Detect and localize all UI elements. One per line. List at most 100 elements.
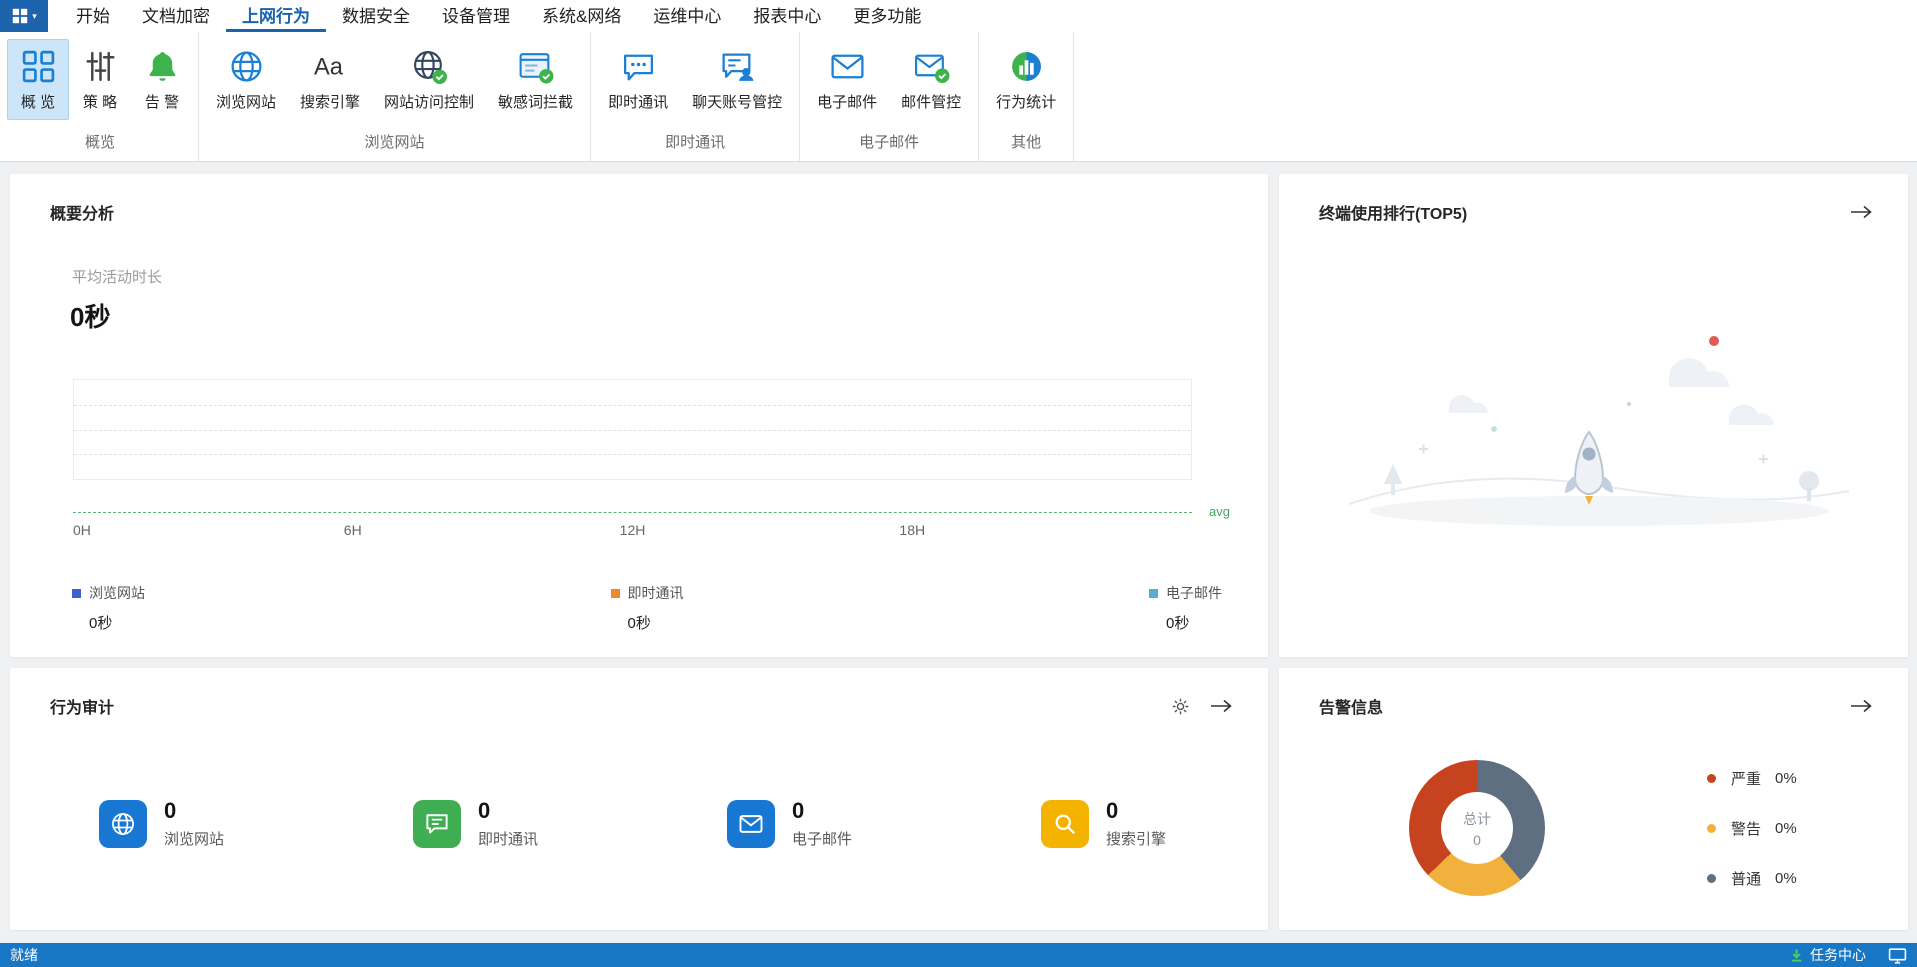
tab-ops-center[interactable]: 运维中心 xyxy=(637,0,737,32)
ribbon-website-access-control-button[interactable]: 网站访问控制 xyxy=(372,39,486,120)
tab-report-center[interactable]: 报表中心 xyxy=(737,0,837,32)
legend-dot xyxy=(1707,824,1716,833)
summary-card-title: 概要分析 xyxy=(50,206,115,223)
ribbon-button-label: 策 略 xyxy=(82,94,118,111)
chart-plot-area xyxy=(73,379,1192,480)
alarm-more-button[interactable] xyxy=(1850,699,1872,713)
legend-label: 电子邮件 xyxy=(1166,585,1222,601)
legend-label: 浏览网站 xyxy=(89,585,145,601)
donut-total-label: 总计 xyxy=(1463,810,1491,827)
download-arrow-icon xyxy=(1791,948,1802,962)
arrow-right-icon xyxy=(1851,205,1872,219)
ribbon-behavior-stats-button[interactable]: 行为统计 xyxy=(984,39,1068,120)
ribbon-alert-button[interactable]: 告 警 xyxy=(131,39,193,120)
stat-label: 电子邮件 xyxy=(792,831,853,849)
ribbon-group-browse: 浏览网站 Aa 搜索引擎 网站访问控制 敏感词拦截 浏览网站 xyxy=(199,32,592,161)
avg-activity-duration-value: 0秒 xyxy=(70,302,111,332)
ribbon-button-label: 聊天账号管控 xyxy=(692,94,783,111)
chart-legend: 浏览网站 0秒 即时通讯 0秒 电子邮件 0秒 xyxy=(72,583,1222,633)
stat-value: 0 xyxy=(164,798,177,823)
alarm-card: 告警信息 总计 0 严重 0% 警告 0% 普通 0% xyxy=(1279,668,1908,930)
tab-data-security[interactable]: 数据安全 xyxy=(326,0,426,32)
legend-label: 普通 xyxy=(1731,871,1762,888)
bell-icon xyxy=(149,52,175,81)
ribbon-chat-account-control-button[interactable]: 聊天账号管控 xyxy=(680,39,794,120)
activity-line-chart: avg 0H 6H 12H 18H xyxy=(73,379,1230,549)
x-tick: 18H xyxy=(899,522,926,538)
task-center-button[interactable]: 任务中心 xyxy=(1789,945,1866,965)
ribbon-im-button[interactable]: 即时通讯 xyxy=(596,39,680,120)
ribbon-button-label: 敏感词拦截 xyxy=(498,94,574,111)
stat-browse-website[interactable]: 0 浏览网站 xyxy=(99,799,299,849)
sliders-icon xyxy=(85,51,115,82)
legend-swatch xyxy=(72,588,81,598)
ribbon-group-label: 电子邮件 xyxy=(859,134,920,151)
remote-desktop-button[interactable] xyxy=(1888,947,1907,964)
stat-value: 0 xyxy=(792,798,805,823)
audit-more-button[interactable] xyxy=(1210,699,1232,713)
top5-more-button[interactable] xyxy=(1850,205,1872,219)
globe-stats-icon xyxy=(1011,52,1041,81)
alarm-legend-critical: 严重 0% xyxy=(1707,768,1797,789)
ribbon-email-button[interactable]: 电子邮件 xyxy=(805,39,889,120)
top5-card-title: 终端使用排行(TOP5) xyxy=(1319,206,1468,223)
alarm-legend-warning: 警告 0% xyxy=(1707,818,1797,839)
font-Aa-icon: Aa xyxy=(314,55,344,81)
ribbon-search-engine-button[interactable]: Aa 搜索引擎 xyxy=(288,39,372,120)
ribbon-button-label: 告 警 xyxy=(144,94,180,111)
legend-label: 严重 xyxy=(1731,771,1762,788)
legend-value: 0% xyxy=(1775,870,1797,887)
x-tick: 6H xyxy=(343,522,362,538)
legend-swatch xyxy=(610,588,620,598)
tab-start[interactable]: 开始 xyxy=(60,0,126,32)
ribbon-group-label: 浏览网站 xyxy=(364,134,425,151)
tab-internet-behavior[interactable]: 上网行为 xyxy=(226,0,326,32)
ribbon-mail-control-button[interactable]: 邮件管控 xyxy=(889,39,973,120)
legend-value: 0% xyxy=(1775,770,1797,787)
ribbon-group-overview: 概 览 策 略 告 警 概览 xyxy=(2,32,199,161)
arrow-right-icon xyxy=(1851,699,1872,713)
alarm-legend-normal: 普通 0% xyxy=(1707,868,1797,889)
tab-system-network[interactable]: 系统&网络 xyxy=(526,0,637,32)
stat-label: 即时通讯 xyxy=(478,831,539,849)
tab-doc-encryption[interactable]: 文档加密 xyxy=(126,0,226,32)
alarm-donut-chart: 总计 0 xyxy=(1409,760,1545,896)
ribbon-sensitive-word-block-button[interactable]: 敏感词拦截 xyxy=(486,39,585,120)
stat-im[interactable]: 0 即时通讯 xyxy=(413,799,613,849)
chat-icon xyxy=(426,814,448,834)
ribbon-browse-website-button[interactable]: 浏览网站 xyxy=(204,39,288,120)
stat-email[interactable]: 0 电子邮件 xyxy=(727,799,927,849)
ribbon-overview-button[interactable]: 概 览 xyxy=(7,39,69,120)
chevron-down-icon: ▾ xyxy=(32,10,37,21)
page-check-icon xyxy=(519,53,554,84)
audit-card-title: 行为审计 xyxy=(50,700,115,717)
empty-state-illustration xyxy=(1348,336,1850,526)
tab-device-mgmt[interactable]: 设备管理 xyxy=(426,0,526,32)
app-menu-button[interactable]: ▾ xyxy=(0,0,48,32)
legend-value: 0秒 xyxy=(1166,615,1190,632)
summary-card: 概要分析 平均活动时长 0秒 avg 0H 6H 12H 18H 浏览网站 0秒 xyxy=(10,174,1268,657)
legend-label: 警告 xyxy=(1731,821,1762,838)
globe-icon xyxy=(230,51,262,82)
audit-settings-button[interactable] xyxy=(1171,697,1190,716)
mail-icon xyxy=(739,815,763,833)
audit-card: 行为审计 0 浏览网站 0 即时通讯 0 电子邮件 0 搜索引擎 xyxy=(10,668,1268,930)
monitor-icon xyxy=(1888,947,1907,964)
gear-icon xyxy=(1172,698,1189,714)
ribbon-button-label: 浏览网站 xyxy=(216,94,277,111)
task-center-label: 任务中心 xyxy=(1810,947,1866,963)
stat-value: 0 xyxy=(478,798,491,823)
globe-icon xyxy=(112,813,134,835)
stat-search-engine[interactable]: 0 搜索引擎 xyxy=(1041,799,1241,849)
ribbon-policy-button[interactable]: 策 略 xyxy=(69,39,131,120)
search-icon xyxy=(1055,814,1075,835)
stat-label: 搜索引擎 xyxy=(1106,831,1167,849)
legend-item-browse: 浏览网站 0秒 xyxy=(72,583,145,633)
stat-value: 0 xyxy=(1106,798,1119,823)
x-tick: 12H xyxy=(619,522,646,538)
chat-icon xyxy=(623,54,653,81)
ribbon-group-other: 行为统计 其他 xyxy=(979,32,1075,161)
tab-more-functions[interactable]: 更多功能 xyxy=(837,0,937,32)
legend-dot xyxy=(1707,774,1716,783)
mail-check-icon xyxy=(914,54,950,83)
